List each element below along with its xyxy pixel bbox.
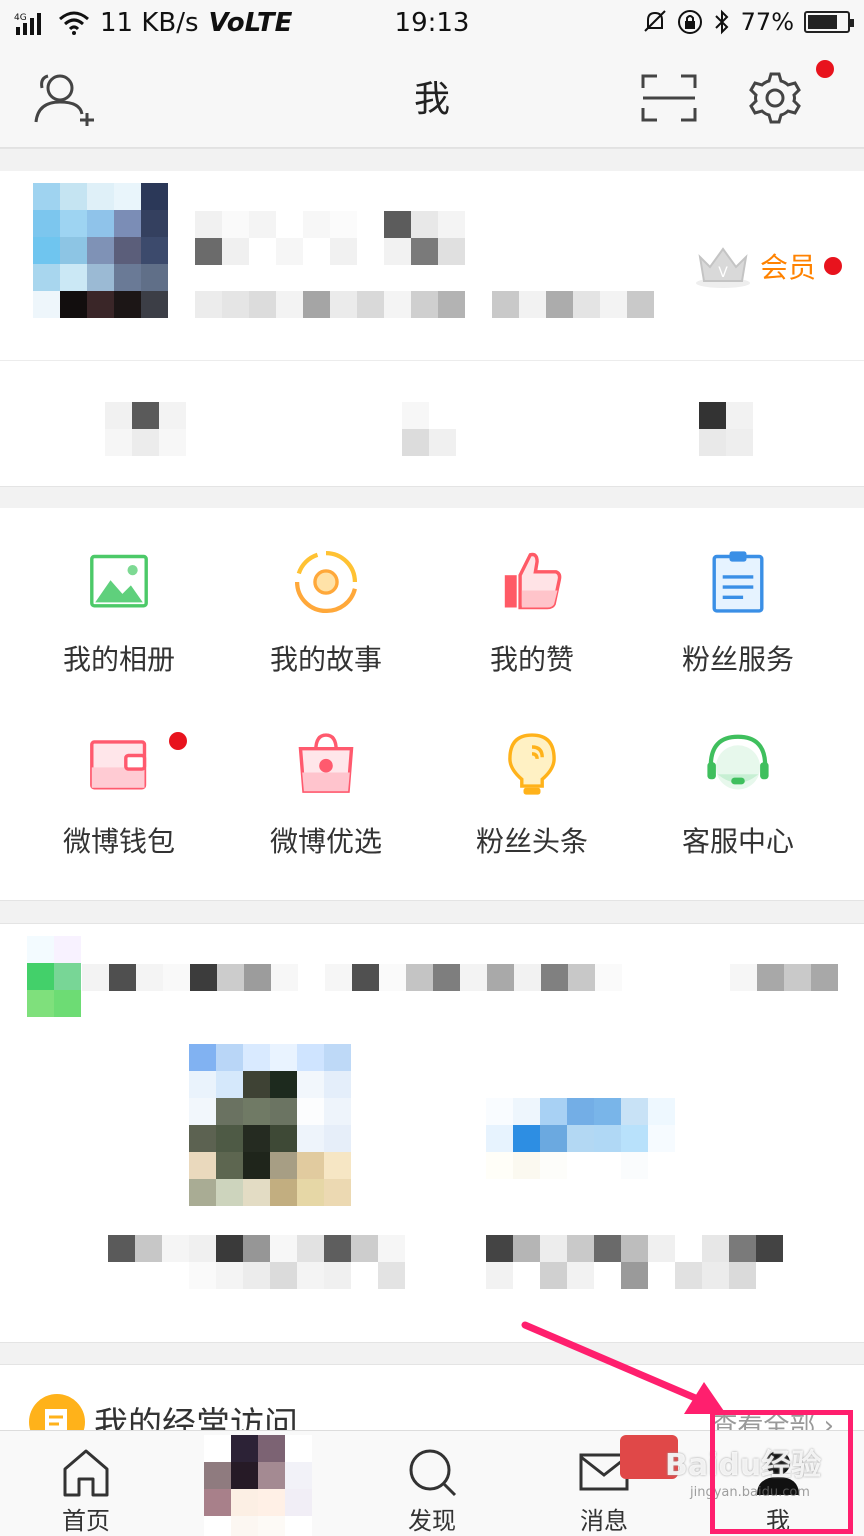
- tab-discover[interactable]: 发现: [346, 1431, 518, 1536]
- vip-badge[interactable]: V 会员: [694, 243, 842, 289]
- feed-caption-4: [486, 1262, 756, 1289]
- lightbulb-icon: [508, 733, 556, 795]
- page-title: 我: [413, 79, 450, 120]
- battery-percent: 77%: [740, 8, 794, 36]
- feed-caption-1: [108, 1235, 405, 1262]
- gear-icon: [749, 72, 801, 124]
- top-nav: 我: [0, 46, 864, 148]
- vip-badge-dot: [824, 257, 842, 275]
- feed-caption-2: [189, 1262, 405, 1289]
- shortcut-fan-service[interactable]: 粉丝服务: [630, 508, 846, 678]
- scan-button[interactable]: [634, 66, 704, 130]
- divider: [0, 148, 864, 172]
- avatar: [204, 1435, 312, 1536]
- feed-image-1[interactable]: [189, 1044, 351, 1206]
- wallet-icon: [90, 740, 147, 790]
- feed-text-blur: [82, 964, 838, 991]
- battery-icon: [804, 11, 854, 33]
- mute-icon: [643, 10, 666, 32]
- stats-row: [0, 362, 864, 486]
- avatar[interactable]: [33, 183, 168, 318]
- shortcut-grid: 我的相册 我的故事 我的赞 粉丝服务 微博钱包 微博优选 粉丝头条 客服中心: [0, 508, 864, 900]
- shortcut-label: 客服中心: [681, 825, 794, 858]
- clipboard-icon: [712, 551, 764, 613]
- tab-home[interactable]: 首页: [0, 1431, 172, 1536]
- photo-album-icon: [90, 554, 148, 608]
- shortcut-label: 粉丝头条: [475, 825, 588, 858]
- scan-icon: [641, 74, 697, 122]
- username-blur: [195, 211, 465, 238]
- shortcut-label: 粉丝服务: [681, 643, 794, 676]
- tab-label: 发现: [408, 1507, 456, 1535]
- crown-icon: V: [695, 247, 750, 288]
- shortcut-my-story[interactable]: 我的故事: [218, 508, 434, 678]
- divider: [0, 486, 864, 509]
- vip-label: 会员: [759, 251, 816, 284]
- search-icon: [409, 1449, 457, 1497]
- rotation-lock-icon: [677, 10, 702, 34]
- wallet-badge: [169, 732, 187, 750]
- shortcut-label: 我的故事: [269, 643, 382, 676]
- settings-badge: [816, 60, 834, 78]
- highlight-annotation: [710, 1410, 853, 1534]
- shortcut-fan-headline[interactable]: 粉丝头条: [424, 690, 640, 860]
- shortcut-label: 我的相册: [62, 643, 175, 676]
- home-icon: [63, 1449, 109, 1497]
- feed-image-2[interactable]: [486, 1098, 675, 1179]
- feed-caption-3: [486, 1235, 783, 1262]
- stat-weibo[interactable]: [105, 402, 186, 456]
- shortcut-customer-service[interactable]: 客服中心: [630, 690, 846, 860]
- shopping-bag-icon: [298, 733, 354, 793]
- shortcut-label: 微博优选: [269, 825, 382, 858]
- stat-followers[interactable]: [699, 402, 780, 456]
- bluetooth-icon: [714, 9, 729, 35]
- feed-icon-blur: [27, 936, 81, 1017]
- frequent-visits-icon: [29, 1394, 85, 1435]
- thumbs-up-icon: [504, 552, 562, 610]
- shortcut-label: 微博钱包: [62, 825, 175, 858]
- shortcut-selected[interactable]: 微博优选: [218, 690, 434, 860]
- feed-section[interactable]: [0, 924, 864, 1342]
- username-blur-2: [195, 238, 465, 265]
- shortcut-label: 我的赞: [489, 643, 574, 676]
- shortcut-my-likes[interactable]: 我的赞: [424, 508, 640, 678]
- shortcut-wallet[interactable]: 微博钱包: [11, 690, 227, 860]
- status-bar: 4G 11 KB/s VoLTE 19:13 77%: [0, 0, 864, 46]
- story-icon: [294, 550, 358, 614]
- tab-publish-avatar[interactable]: [172, 1431, 344, 1536]
- settings-button[interactable]: [740, 60, 834, 130]
- shortcut-my-album[interactable]: 我的相册: [11, 508, 227, 678]
- status-right: 77%: [643, 8, 854, 36]
- stat-following[interactable]: [402, 402, 483, 456]
- bio-blur: [195, 291, 654, 318]
- tab-label: 消息: [580, 1507, 628, 1535]
- profile-card[interactable]: V 会员: [0, 171, 864, 361]
- tab-label: 首页: [62, 1507, 110, 1535]
- headset-icon: [707, 734, 769, 790]
- divider: [0, 900, 864, 924]
- svg-text:V: V: [718, 265, 728, 281]
